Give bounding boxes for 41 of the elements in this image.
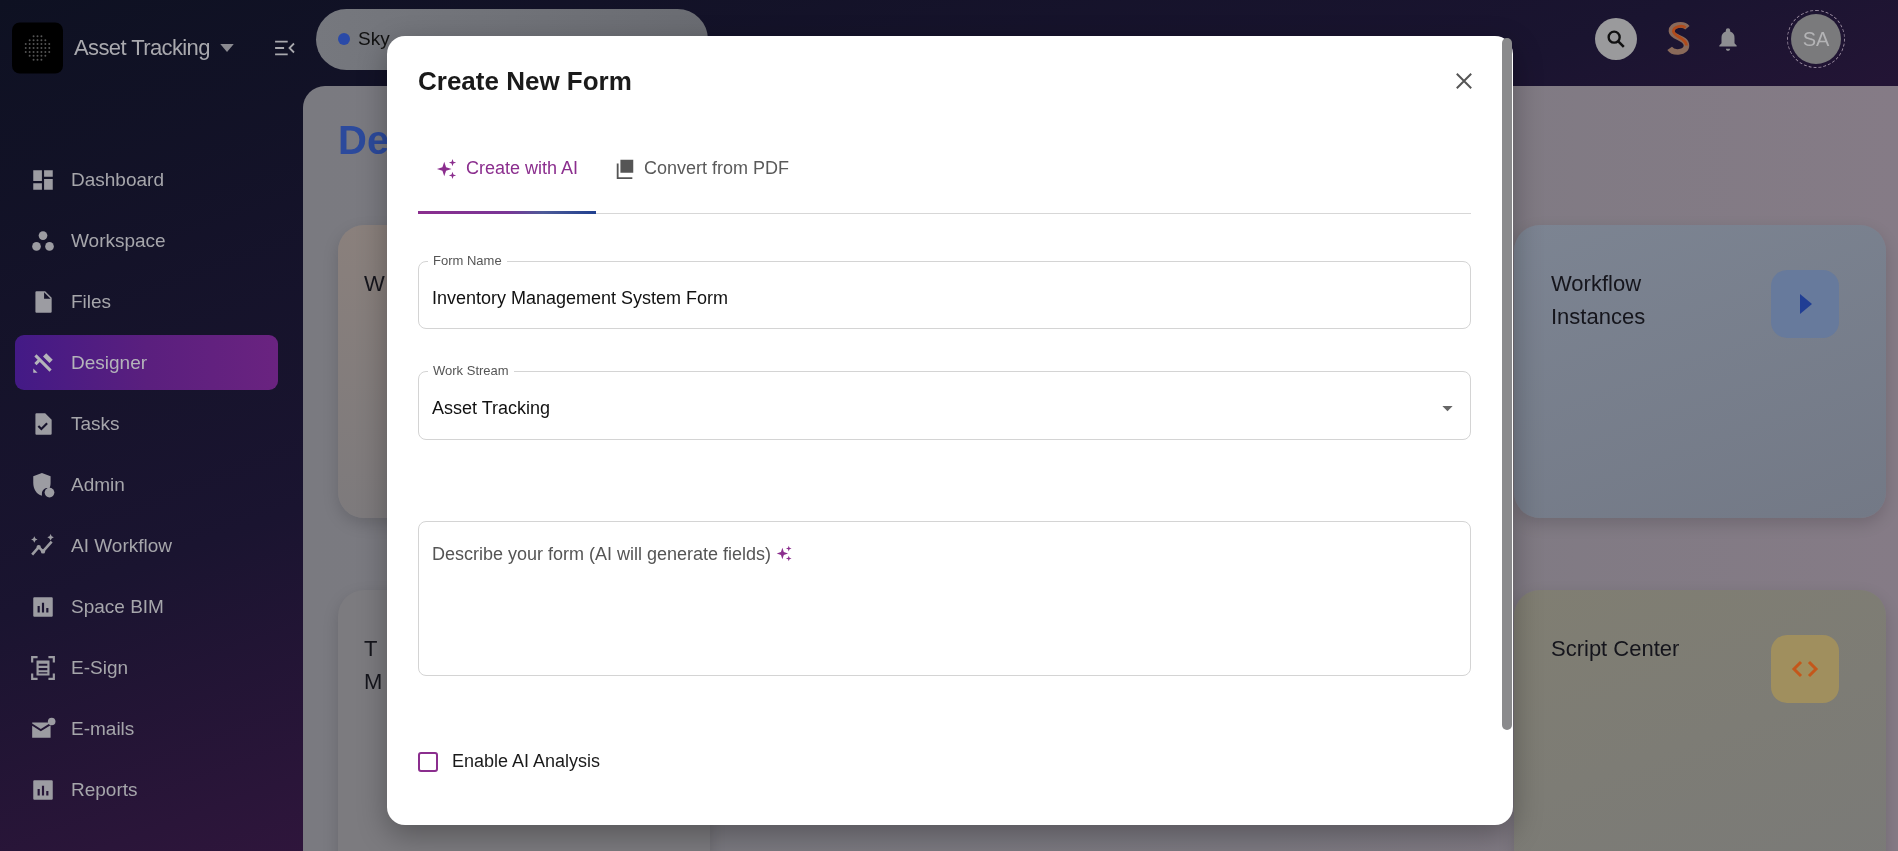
sidebar-item[interactable]: AI Workflow — [15, 518, 278, 573]
scrollbar[interactable] — [1502, 38, 1512, 730]
sidebar-item[interactable]: E-mails — [15, 701, 278, 756]
sparkle-icon — [776, 545, 794, 562]
status-dot-icon — [338, 33, 350, 45]
checkbox[interactable] — [418, 751, 438, 772]
card-title: Workflow Instances — [1551, 270, 1646, 331]
dropdown-caret-icon — [1442, 405, 1453, 412]
collapse-menu-icon[interactable] — [273, 39, 296, 57]
field-label: Form Name — [428, 253, 507, 268]
page-heading: De — [338, 117, 391, 164]
search-icon — [1605, 28, 1627, 50]
sidebar-item[interactable]: Workspace — [15, 213, 278, 268]
sidebar-item[interactable]: Space BIM — [15, 579, 278, 634]
card[interactable]: Workflow Instances — [1514, 225, 1886, 518]
caret-icon[interactable] — [219, 43, 234, 53]
checkbox-label: Enable AI Analysis — [452, 751, 601, 772]
sidebar-item[interactable]: Files — [15, 274, 278, 329]
code-icon — [1771, 635, 1839, 703]
sparkle-icon — [436, 157, 458, 180]
card-title: T M — [364, 635, 383, 696]
search-button[interactable] — [1595, 18, 1637, 60]
sidebar-item[interactable]: Tasks — [15, 396, 278, 451]
tab[interactable]: Create with AI — [418, 126, 597, 214]
sidebar-item[interactable]: Reports — [15, 762, 278, 817]
card-title: Script Center — [1551, 635, 1680, 663]
card-title: W — [364, 270, 385, 298]
sidebar-item[interactable]: E-Sign — [15, 640, 278, 695]
play-icon — [1771, 270, 1839, 338]
description-field[interactable]: Describe your form (AI will generate fields) — [418, 521, 1471, 676]
sidebar-item[interactable]: Designer — [15, 335, 278, 390]
shield-user-icon — [30, 471, 56, 498]
sidebar-item[interactable]: Dashboard — [15, 152, 278, 207]
close-icon — [1455, 72, 1473, 90]
scan-document-icon — [30, 654, 56, 681]
sidebar-item[interactable]: Admin — [15, 457, 278, 512]
field-label: Work Stream — [428, 363, 514, 378]
tab[interactable]: Convert from PDF — [596, 126, 808, 214]
card[interactable]: Script Center — [1514, 590, 1886, 851]
dialog-title: Create New Form — [418, 65, 632, 97]
workstream-selector[interactable]: Asset Tracking — [74, 35, 210, 61]
